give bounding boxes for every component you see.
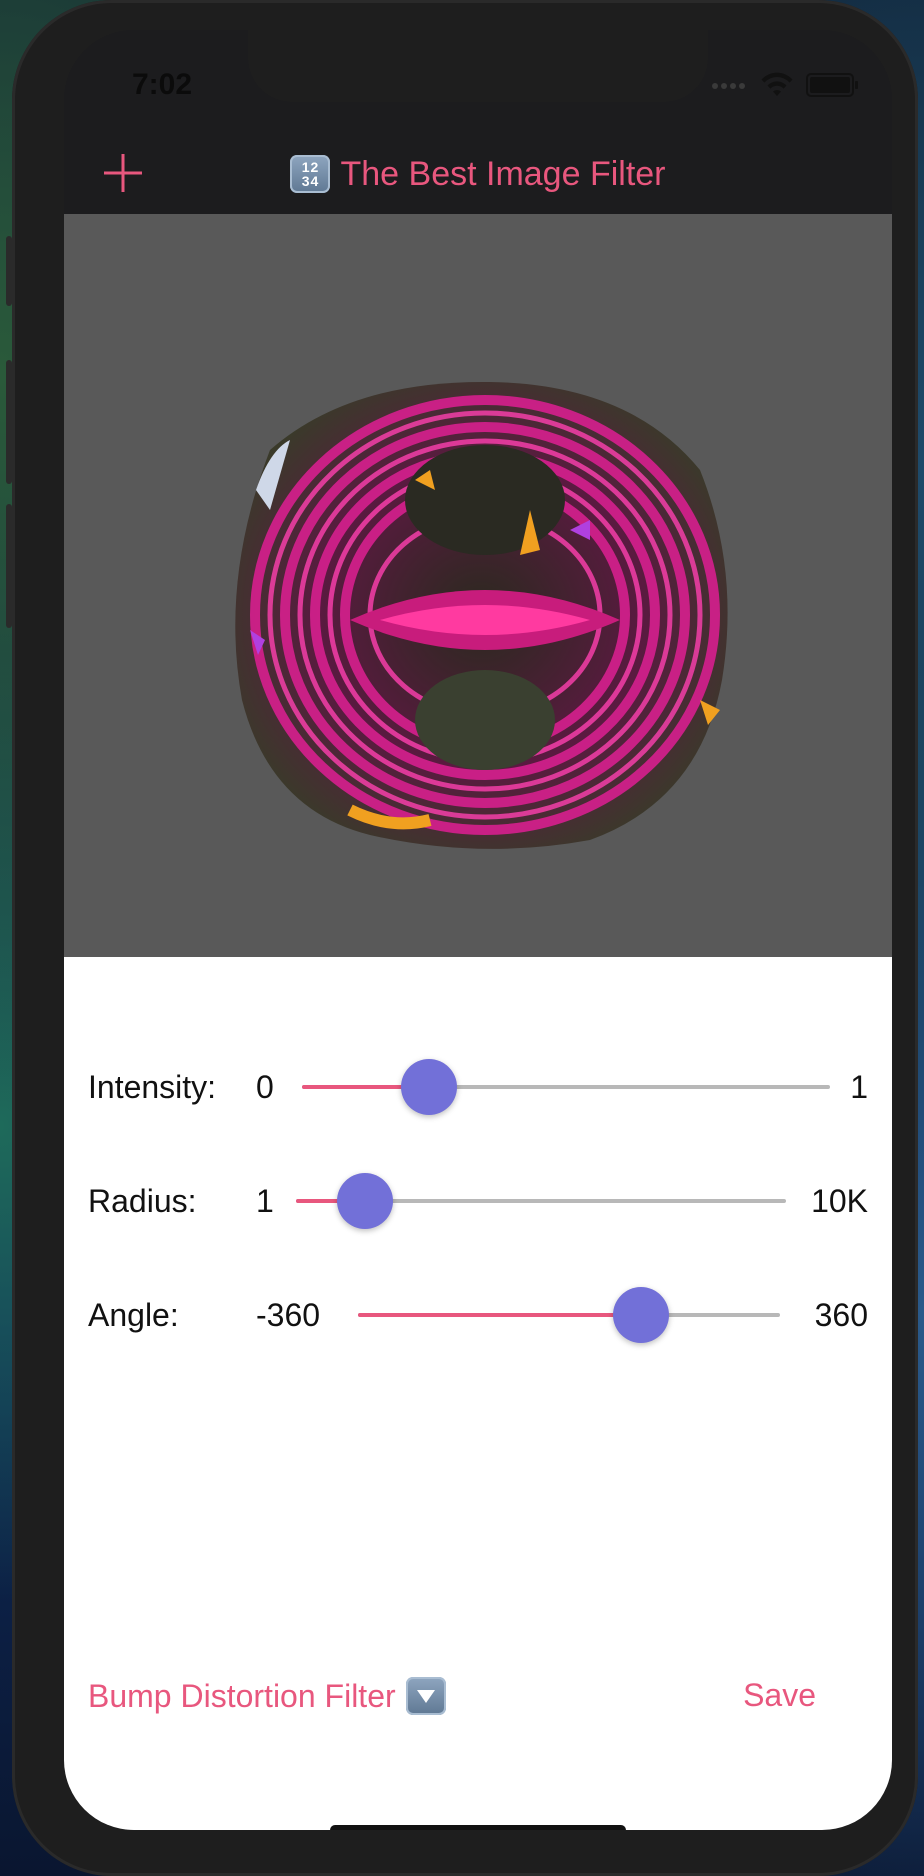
home-indicator[interactable] [330,1825,626,1830]
down-arrow-button-icon [405,1677,446,1715]
intensity-slider-thumb[interactable] [400,1059,457,1115]
angle-max: 360 [814,1297,868,1333]
wifi-icon [761,72,793,96]
angle-row: Angle: -360 360 [64,1285,892,1345]
filter-select-label: Bump Distortion Filter [88,1677,396,1714]
device-frame: 7:02 12 34 The Best Image Filter Intensi… [6,0,918,1876]
radius-slider-thumb[interactable] [336,1173,393,1229]
battery-icon [806,73,858,97]
angle-label: Angle: [88,1297,179,1333]
filter-controls: Intensity: 0 1 Radius: 1 10K Angle: -360… [64,957,892,1830]
angle-slider[interactable] [358,1287,780,1343]
page-title-text: The Best Image Filter [340,154,666,193]
plus-icon[interactable] [102,152,144,194]
volume-up-button [6,360,12,484]
image-preview-area [64,214,892,957]
input-numbers-icon: 12 34 [290,155,331,193]
status-time: 7:02 [132,68,193,101]
radius-row: Radius: 1 10K [64,1171,892,1231]
filter-select-button[interactable]: Bump Distortion Filter [88,1677,446,1715]
radius-label: Radius: [88,1183,197,1219]
radius-slider[interactable] [296,1173,786,1229]
save-button[interactable]: Save [743,1677,816,1714]
angle-slider-fill [358,1313,641,1317]
status-icons [712,70,858,100]
intensity-label: Intensity: [88,1069,217,1105]
mute-switch [6,236,12,306]
angle-slider-thumb[interactable] [612,1287,669,1343]
bump-distorted-flower-image [235,381,728,849]
angle-min: -360 [256,1297,321,1333]
volume-down-button [6,504,12,628]
cellular-signal-icon [712,76,748,94]
page-title: 12 34 The Best Image Filter [290,154,666,194]
navigation-bar: 12 34 The Best Image Filter [64,134,892,214]
intensity-row: Intensity: 0 1 [64,1057,892,1117]
radius-max: 10K [811,1183,868,1219]
app-screen: 7:02 12 34 The Best Image Filter Intensi… [64,30,892,1830]
bottom-toolbar: Bump Distortion Filter Save [64,1669,892,1729]
radius-min: 1 [256,1183,274,1219]
intensity-max: 1 [850,1069,868,1105]
intensity-min: 0 [256,1069,274,1105]
intensity-slider[interactable] [302,1059,830,1115]
notch [248,30,708,102]
